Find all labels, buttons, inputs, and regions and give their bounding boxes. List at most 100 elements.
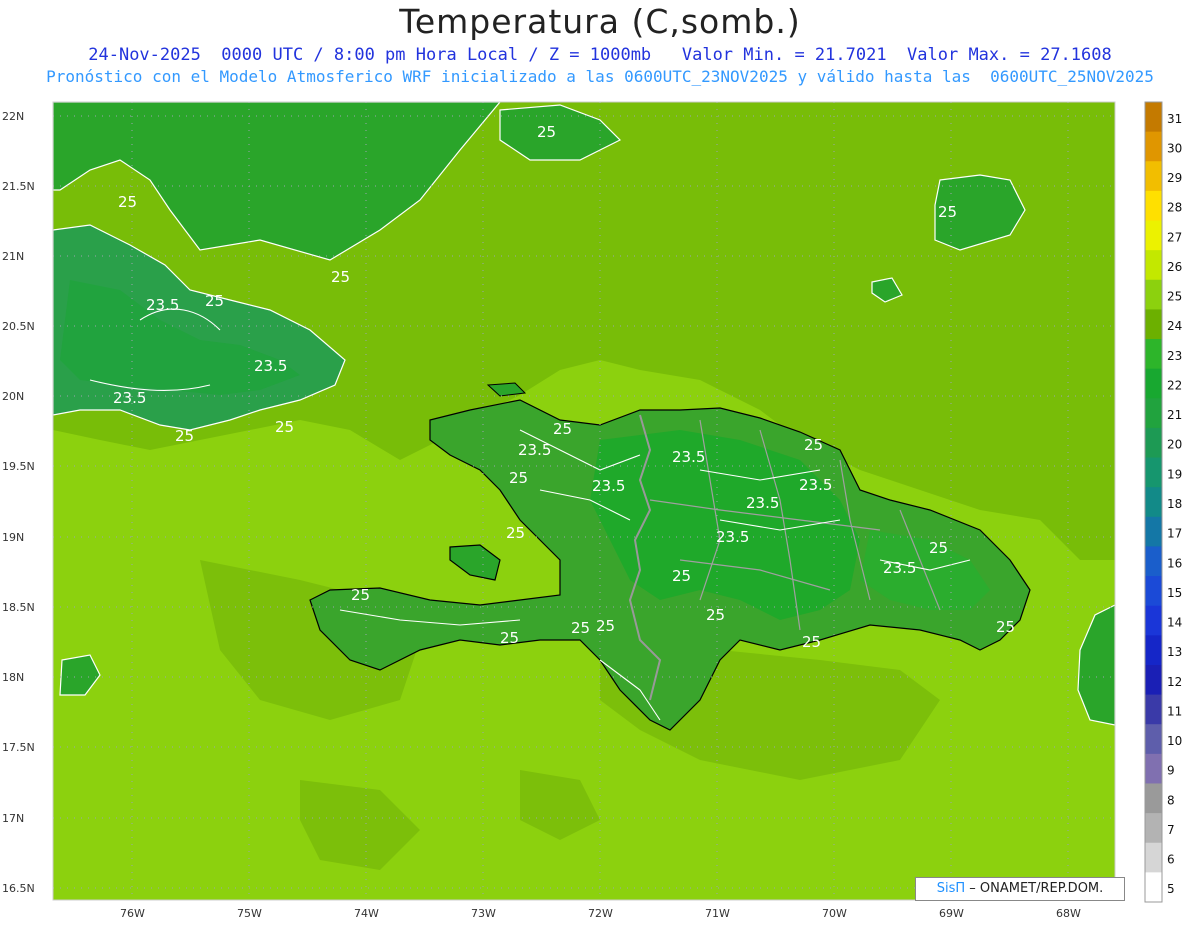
contour-label: 25 [672, 567, 691, 585]
lat-label: 17N [2, 812, 24, 825]
colorbar-label: 21 [1167, 408, 1182, 422]
lat-label: 22N [2, 110, 24, 123]
contour-label: 25 [571, 619, 590, 637]
credit-badge: SisΠ – ONAMET/REP.DOM. [915, 877, 1125, 901]
colorbar-swatch [1145, 368, 1162, 399]
contour-label: 23.5 [518, 441, 551, 459]
contour-label: 23.5 [746, 494, 779, 512]
colorbar-swatch [1145, 190, 1162, 222]
contour-label: 25 [804, 436, 823, 454]
colorbar-label: 8 [1167, 793, 1175, 807]
colorbar-label: 6 [1167, 853, 1175, 867]
colorbar-swatch [1145, 724, 1162, 755]
colorbar-swatch [1145, 783, 1162, 814]
colorbar-swatch [1145, 605, 1162, 636]
credit-text: – ONAMET/REP.DOM. [965, 881, 1104, 896]
contour-label: 25 [275, 418, 294, 436]
lat-label: 16.5N [2, 882, 35, 895]
colorbar-swatch [1145, 279, 1162, 310]
colorbar-swatch [1145, 813, 1162, 844]
contour-label: 25 [175, 427, 194, 445]
colorbar-label: 7 [1167, 823, 1175, 837]
colorbar-swatch [1145, 546, 1162, 577]
contour-label: 25 [331, 268, 350, 286]
lat-label: 21N [2, 250, 24, 263]
lat-label: 20N [2, 390, 24, 403]
colorbar: 31 30 29 28 27 26 25 24 23 22 21 20 19 18 17 16 15 14 13 12… [1144, 101, 1182, 903]
map-panel: 25 25 25 25 25 23.5 25 23.5 23.5 25 25 2… [53, 102, 1115, 900]
colorbar-swatch [1145, 220, 1162, 251]
colorbar-swatch [1145, 161, 1162, 192]
colorbar-label: 9 [1167, 764, 1175, 778]
colorbar-label: 29 [1167, 171, 1182, 185]
colorbar-swatch [1145, 339, 1162, 370]
contour-label: 25 [118, 193, 137, 211]
colorbar-label: 24 [1167, 319, 1182, 333]
colorbar-label: 18 [1167, 497, 1182, 511]
colorbar-label: 19 [1167, 467, 1182, 481]
colorbar-swatch [1145, 427, 1162, 459]
colorbar-swatch [1145, 102, 1162, 133]
colorbar-swatch [1145, 487, 1162, 518]
contour-label: 23.5 [592, 477, 625, 495]
colorbar-label: 28 [1167, 201, 1182, 215]
colorbar-swatch [1145, 872, 1162, 903]
contour-label: 25 [509, 469, 528, 487]
colorbar-label: 14 [1167, 616, 1182, 630]
contour-label: 23.5 [113, 389, 146, 407]
colorbar-label: 16 [1167, 556, 1182, 570]
lat-label: 18.5N [2, 601, 35, 614]
contour-label: 25 [205, 292, 224, 310]
contour-label: 25 [506, 524, 525, 542]
colorbar-label: 22 [1167, 378, 1182, 392]
contour-label: 25 [706, 606, 725, 624]
colorbar-label: 11 [1167, 704, 1182, 718]
contour-label: 23.5 [146, 296, 179, 314]
lon-label: 70W [822, 907, 847, 920]
colorbar-swatch [1145, 635, 1162, 666]
colorbar-swatch [1145, 576, 1162, 607]
colorbar-swatch [1145, 694, 1162, 725]
colorbar-label: 17 [1167, 527, 1182, 541]
colorbar-label: 5 [1167, 882, 1175, 896]
contour-label: 25 [553, 420, 572, 438]
longitude-axis: 76W 75W 74W 73W 72W 71W 70W 69W 68W [120, 907, 1081, 920]
lon-label: 76W [120, 907, 145, 920]
colorbar-swatch [1145, 753, 1162, 784]
colorbar-swatch [1145, 457, 1162, 488]
colorbar-swatch [1145, 664, 1162, 696]
colorbar-label: 13 [1167, 645, 1182, 659]
colorbar-label: 15 [1167, 586, 1182, 600]
contour-label: 25 [938, 203, 957, 221]
contour-label: 25 [802, 633, 821, 651]
lat-label: 21.5N [2, 180, 35, 193]
contour-label: 25 [500, 629, 519, 647]
colorbar-swatch [1145, 250, 1162, 281]
contour-label: 25 [537, 123, 556, 141]
contour-label: 25 [996, 618, 1015, 636]
contour-label: 23.5 [672, 448, 705, 466]
latitude-axis: 22N 21.5N 21N 20.5N 20N 19.5N 19N 18.5N … [2, 110, 35, 895]
lat-label: 18N [2, 671, 24, 684]
colorbar-swatch [1145, 842, 1162, 873]
lat-label: 17.5N [2, 741, 35, 754]
colorbar-label: 25 [1167, 290, 1182, 304]
lat-label: 19N [2, 531, 24, 544]
colorbar-label: 30 [1167, 141, 1182, 155]
lon-label: 73W [471, 907, 496, 920]
lon-label: 68W [1056, 907, 1081, 920]
colorbar-label: 12 [1167, 675, 1182, 689]
map-svg: 25 25 25 25 25 23.5 25 23.5 23.5 25 25 2… [2, 101, 1182, 920]
colorbar-swatch [1145, 309, 1162, 340]
contour-label: 25 [929, 539, 948, 557]
lon-label: 75W [237, 907, 262, 920]
lat-label: 19.5N [2, 460, 35, 473]
colorbar-label: 27 [1167, 230, 1182, 244]
contour-label: 23.5 [883, 559, 916, 577]
contour-label: 23.5 [716, 528, 749, 546]
lon-label: 74W [354, 907, 379, 920]
colorbar-swatch [1145, 131, 1162, 162]
lon-label: 69W [939, 907, 964, 920]
credit-brand: SisΠ [936, 881, 966, 896]
lon-label: 72W [588, 907, 613, 920]
